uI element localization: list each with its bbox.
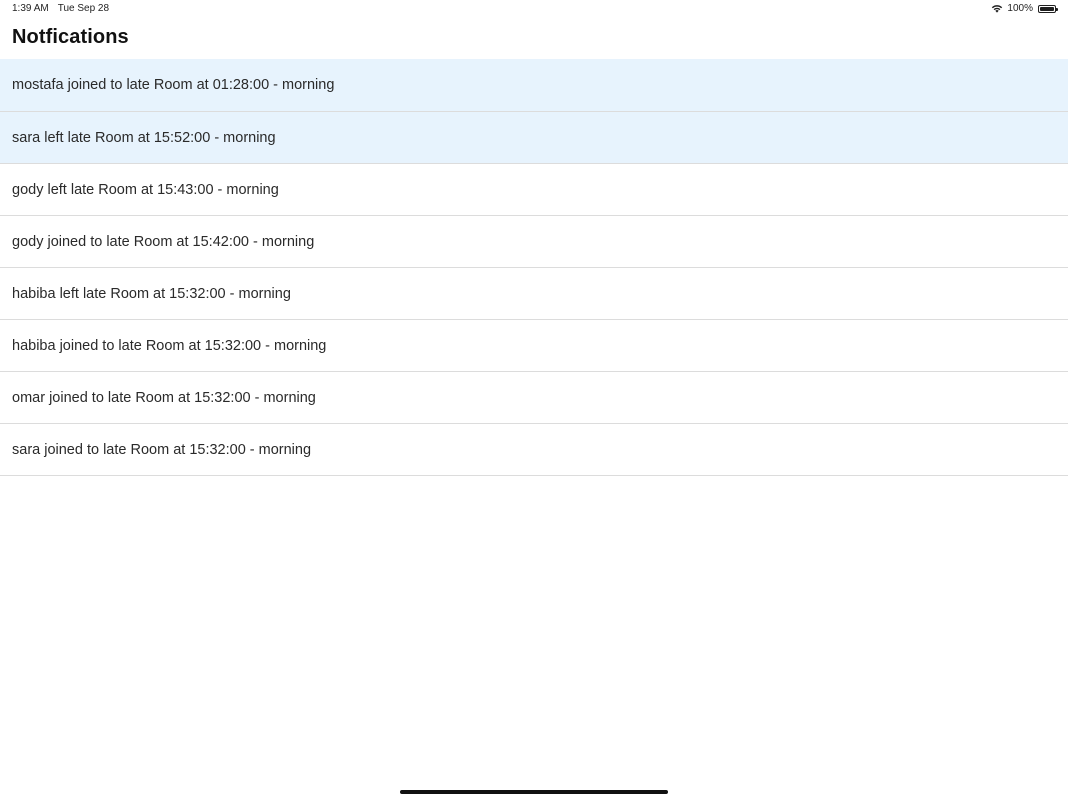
notification-item[interactable]: gody joined to late Room at 15:42:00 - m… xyxy=(0,216,1068,268)
battery-icon xyxy=(1038,4,1058,13)
battery-level-fill xyxy=(1040,6,1054,11)
notification-item[interactable]: gody left late Room at 15:43:00 - mornin… xyxy=(0,164,1068,216)
notification-item[interactable]: habiba left late Room at 15:32:00 - morn… xyxy=(0,268,1068,320)
wifi-icon xyxy=(991,4,1003,13)
home-indicator[interactable] xyxy=(400,790,668,794)
status-bar-right: 100% xyxy=(991,3,1058,14)
notification-item[interactable]: sara left late Room at 15:52:00 - mornin… xyxy=(0,112,1068,164)
status-bar-left: 1:39 AM Tue Sep 28 xyxy=(12,3,109,14)
notification-item[interactable]: mostafa joined to late Room at 01:28:00 … xyxy=(0,59,1068,112)
notification-item[interactable]: omar joined to late Room at 15:32:00 - m… xyxy=(0,372,1068,424)
battery-percent: 100% xyxy=(1007,3,1033,14)
status-date: Tue Sep 28 xyxy=(57,3,110,14)
notification-item[interactable]: sara joined to late Room at 15:32:00 - m… xyxy=(0,424,1068,476)
battery-nub xyxy=(1056,7,1058,11)
page-title: Notfications xyxy=(12,26,129,48)
notification-item[interactable]: habiba joined to late Room at 15:32:00 -… xyxy=(0,320,1068,372)
notifications-screen: 1:39 AM Tue Sep 28 100% Notfications most… xyxy=(0,0,1068,800)
status-bar: 1:39 AM Tue Sep 28 100% xyxy=(0,0,1068,18)
status-time: 1:39 AM xyxy=(12,3,49,14)
notification-list: mostafa joined to late Room at 01:28:00 … xyxy=(0,59,1068,476)
